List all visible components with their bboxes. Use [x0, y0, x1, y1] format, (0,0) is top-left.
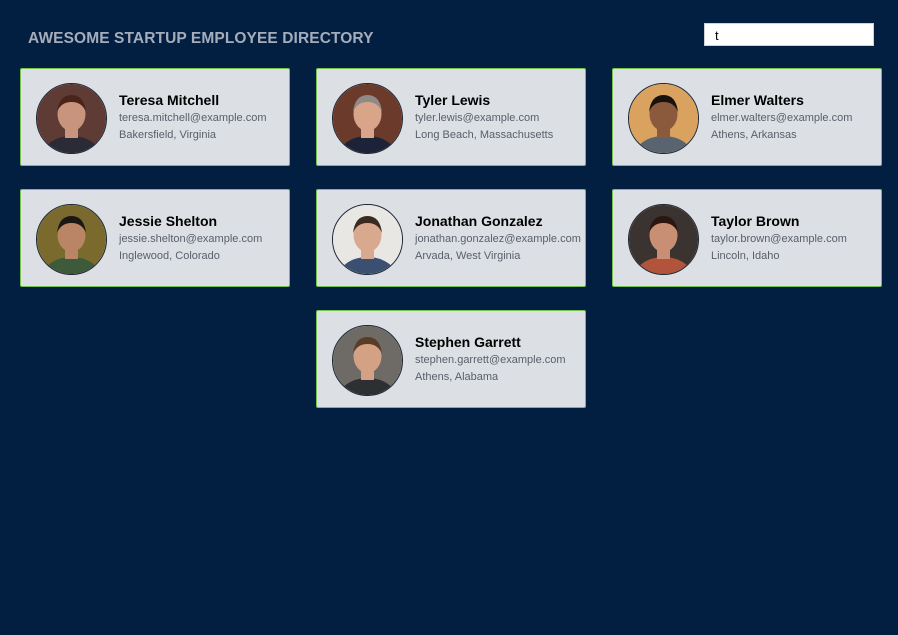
employee-card[interactable]: Tyler Lewis tyler.lewis@example.com Long B…	[316, 68, 586, 166]
employee-location: Lincoln, Idaho	[711, 250, 780, 262]
employee-location: Long Beach, Massachusetts	[415, 129, 554, 141]
employee-name: Jonathan Gonzalez	[415, 213, 543, 229]
employee-card[interactable]: Jessie Shelton jessie.shelton@example.com…	[20, 189, 290, 287]
employee-email: teresa.mitchell@example.com	[119, 112, 267, 124]
employee-card[interactable]: Jonathan Gonzalez jonathan.gonzalez@examp…	[316, 189, 586, 287]
employee-card[interactable]: Elmer Walters elmer.walters@example.com At…	[612, 68, 882, 166]
employee-email: tyler.lewis@example.com	[415, 112, 540, 124]
employee-name: Taylor Brown	[711, 213, 800, 229]
employee-email: taylor.brown@example.com	[711, 233, 847, 245]
avatar	[332, 83, 403, 154]
employee-info: Tyler Lewis tyler.lewis@example.com Long B…	[415, 92, 581, 142]
employee-info: Jonathan Gonzalez jonathan.gonzalez@examp…	[415, 213, 581, 263]
employee-email: jonathan.gonzalez@example.com	[415, 233, 581, 245]
page-title: AWESOME STARTUP EMPLOYEE DIRECTORY	[28, 30, 374, 47]
employee-info: Stephen Garrett stephen.garrett@example.c…	[415, 334, 581, 384]
employee-name: Stephen Garrett	[415, 334, 521, 350]
employee-location: Athens, Alabama	[415, 371, 499, 383]
avatar	[36, 83, 107, 154]
employee-email: elmer.walters@example.com	[711, 112, 853, 124]
employee-card[interactable]: Taylor Brown taylor.brown@example.com Linc…	[612, 189, 882, 287]
avatar	[628, 83, 699, 154]
employee-info: Teresa Mitchell teresa.mitchell@example.c…	[119, 92, 285, 142]
employee-email: stephen.garrett@example.com	[415, 354, 566, 366]
search-input[interactable]	[704, 23, 874, 46]
employee-name: Elmer Walters	[711, 92, 804, 108]
employee-directory-app: AWESOME STARTUP EMPLOYEE DIRECTORY Teres…	[0, 0, 898, 635]
employee-info: Taylor Brown taylor.brown@example.com Linc…	[711, 213, 877, 263]
employee-card[interactable]: Stephen Garrett stephen.garrett@example.c…	[316, 310, 586, 408]
employee-location: Bakersfield, Virginia	[119, 129, 217, 141]
employee-location: Inglewood, Colorado	[119, 250, 220, 262]
employee-location: Athens, Arkansas	[711, 129, 797, 141]
employee-name: Jessie Shelton	[119, 213, 218, 229]
employee-info: Elmer Walters elmer.walters@example.com At…	[711, 92, 877, 142]
employee-email: jessie.shelton@example.com	[119, 233, 263, 245]
avatar	[332, 204, 403, 275]
avatar	[628, 204, 699, 275]
employee-info: Jessie Shelton jessie.shelton@example.com…	[119, 213, 285, 263]
employee-name: Teresa Mitchell	[119, 92, 220, 108]
employee-location: Arvada, West Virginia	[415, 250, 521, 262]
employee-name: Tyler Lewis	[415, 92, 491, 108]
avatar	[332, 325, 403, 396]
avatar	[36, 204, 107, 275]
employee-card[interactable]: Teresa Mitchell teresa.mitchell@example.c…	[20, 68, 290, 166]
